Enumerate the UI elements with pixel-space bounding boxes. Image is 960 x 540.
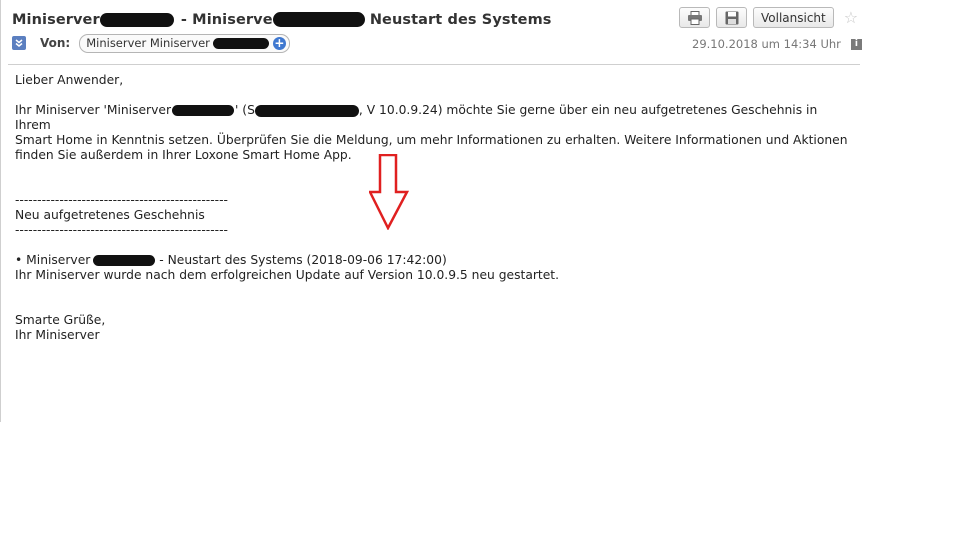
header-divider — [8, 64, 860, 65]
mail-reading-pane: Miniserver - Miniserve Neustart des Syst… — [0, 0, 863, 422]
subject-part2: Neustart des Systems — [364, 12, 552, 28]
floppy-disk-icon — [725, 11, 738, 24]
sender-row: Von: Miniserver Miniserver + — [12, 33, 290, 53]
from-label: Von: — [40, 36, 71, 50]
closing-line-1: Smarte Grüße, — [15, 313, 106, 327]
expand-details-icon[interactable] — [12, 36, 26, 50]
closing-line-2: Ihr Miniserver — [15, 328, 100, 342]
separator-bottom: ----------------------------------------… — [15, 223, 228, 237]
sender-name: Miniserver Miniserver — [86, 36, 210, 50]
greeting: Lieber Anwender, — [15, 73, 124, 87]
annotation-down-arrow — [369, 154, 409, 230]
print-button[interactable] — [679, 7, 710, 28]
message-toolbar: Vollansicht ☆ — [679, 7, 858, 28]
sender-chip[interactable]: Miniserver Miniserver + — [79, 33, 290, 53]
subject-line: Miniserver - Miniserve Neustart des Syst… — [12, 9, 552, 29]
redaction-mark — [99, 12, 174, 27]
intro-line-1: Ihr Miniserver 'Miniserver ' (S, V 10.0.9… — [15, 103, 818, 132]
redaction-mark — [212, 37, 269, 49]
subject-part1: Miniserver — [12, 12, 100, 28]
save-button[interactable] — [716, 7, 747, 28]
intro-line-3: finden Sie außerdem in Ihrer Loxone Smar… — [15, 148, 352, 162]
section-title: Neu aufgetretenes Geschehnis — [15, 208, 205, 222]
event-detail: Ihr Miniserver wurde nach dem erfolgreic… — [15, 268, 560, 282]
star-icon[interactable]: ☆ — [844, 7, 858, 28]
full-view-button[interactable]: Vollansicht — [753, 7, 834, 28]
redaction-mark — [93, 255, 156, 266]
received-date: 29.10.2018 um 14:34 Uhr — [692, 37, 841, 51]
separator-top: ----------------------------------------… — [15, 193, 228, 207]
subject-separator: - Miniserve — [175, 12, 273, 28]
redaction-mark — [172, 105, 234, 116]
printer-icon — [687, 10, 702, 25]
add-contact-icon[interactable]: + — [272, 36, 286, 50]
message-body: Lieber Anwender, Ihr Miniserver 'Miniser… — [15, 73, 855, 343]
double-chevron-down-icon — [15, 39, 23, 47]
info-icon[interactable]: i — [850, 38, 862, 50]
date-row: 29.10.2018 um 14:34 Uhr i — [692, 37, 862, 51]
redaction-mark — [254, 104, 359, 117]
redaction-mark — [272, 12, 365, 27]
event-line: • Miniserver - Neustart des Systems (201… — [15, 253, 447, 267]
intro-line-2: Smart Home in Kenntnis setzen. Überprüfe… — [15, 133, 848, 147]
